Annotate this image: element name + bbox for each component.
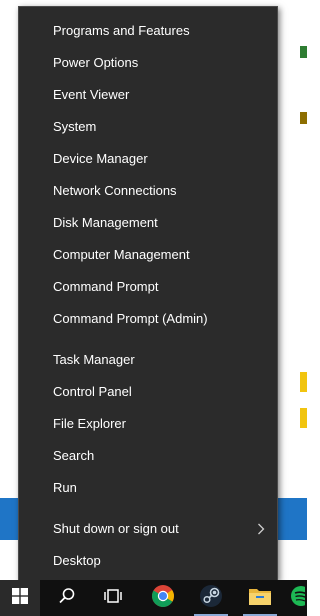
menu-item-system[interactable]: System bbox=[19, 112, 277, 142]
menu-item-label: Shut down or sign out bbox=[53, 521, 179, 536]
menu-item-label: Computer Management bbox=[53, 247, 190, 262]
background-app-edge bbox=[300, 408, 307, 428]
menu-item-label: Run bbox=[53, 480, 77, 495]
chrome-button[interactable] bbox=[140, 580, 186, 616]
menu-item-device-manager[interactable]: Device Manager bbox=[19, 144, 277, 174]
menu-item-command-prompt[interactable]: Command Prompt bbox=[19, 272, 277, 302]
steam-button[interactable] bbox=[188, 580, 234, 616]
search-icon bbox=[58, 587, 76, 610]
search-button[interactable] bbox=[44, 580, 90, 616]
file-explorer-icon bbox=[248, 586, 272, 611]
task-view-button[interactable] bbox=[90, 580, 136, 616]
menu-item-label: Programs and Features bbox=[53, 23, 190, 38]
menu-item-control-panel[interactable]: Control Panel bbox=[19, 377, 277, 407]
start-button[interactable] bbox=[0, 580, 40, 616]
menu-item-search[interactable]: Search bbox=[19, 441, 277, 471]
chrome-icon bbox=[151, 584, 175, 613]
menu-item-file-explorer[interactable]: File Explorer bbox=[19, 409, 277, 439]
app-icon bbox=[287, 585, 311, 612]
menu-item-event-viewer[interactable]: Event Viewer bbox=[19, 80, 277, 110]
menu-item-label: Device Manager bbox=[53, 151, 148, 166]
chevron-right-icon bbox=[255, 514, 267, 544]
menu-item-label: Command Prompt bbox=[53, 279, 159, 294]
menu-item-label: Power Options bbox=[53, 55, 139, 70]
menu-item-power-options[interactable]: Power Options bbox=[19, 48, 277, 78]
windows-logo-icon bbox=[12, 587, 28, 609]
menu-item-disk-management[interactable]: Disk Management bbox=[19, 208, 277, 238]
menu-item-label: System bbox=[53, 119, 97, 134]
menu-item-programs-and-features[interactable]: Programs and Features bbox=[19, 16, 277, 46]
steam-icon bbox=[199, 584, 223, 613]
menu-item-command-prompt-admin[interactable]: Command Prompt (Admin) bbox=[19, 304, 277, 334]
menu-item-label: Network Connections bbox=[53, 183, 177, 198]
app-button[interactable] bbox=[284, 580, 311, 616]
background-app-edge bbox=[300, 372, 307, 392]
menu-item-run[interactable]: Run bbox=[19, 473, 277, 503]
menu-item-label: Control Panel bbox=[53, 384, 132, 399]
menu-item-label: Event Viewer bbox=[53, 87, 130, 102]
menu-item-label: Desktop bbox=[53, 553, 101, 568]
power-user-menu: Programs and Features Power Options Even… bbox=[18, 6, 278, 581]
menu-item-shut-down-or-sign-out[interactable]: Shut down or sign out bbox=[19, 514, 277, 544]
background-app-edge bbox=[300, 112, 307, 124]
menu-item-network-connections[interactable]: Network Connections bbox=[19, 176, 277, 206]
taskbar bbox=[0, 580, 311, 616]
menu-item-label: Disk Management bbox=[53, 215, 158, 230]
background-app-edge bbox=[300, 46, 307, 58]
menu-item-task-manager[interactable]: Task Manager bbox=[19, 345, 277, 375]
task-view-icon bbox=[103, 588, 123, 609]
menu-item-label: Task Manager bbox=[53, 352, 135, 367]
menu-item-label: Search bbox=[53, 448, 95, 463]
file-explorer-button[interactable] bbox=[237, 580, 283, 616]
menu-item-computer-management[interactable]: Computer Management bbox=[19, 240, 277, 270]
menu-item-label: File Explorer bbox=[53, 416, 126, 431]
menu-item-label: Command Prompt (Admin) bbox=[53, 311, 208, 326]
menu-item-desktop[interactable]: Desktop bbox=[19, 546, 277, 576]
